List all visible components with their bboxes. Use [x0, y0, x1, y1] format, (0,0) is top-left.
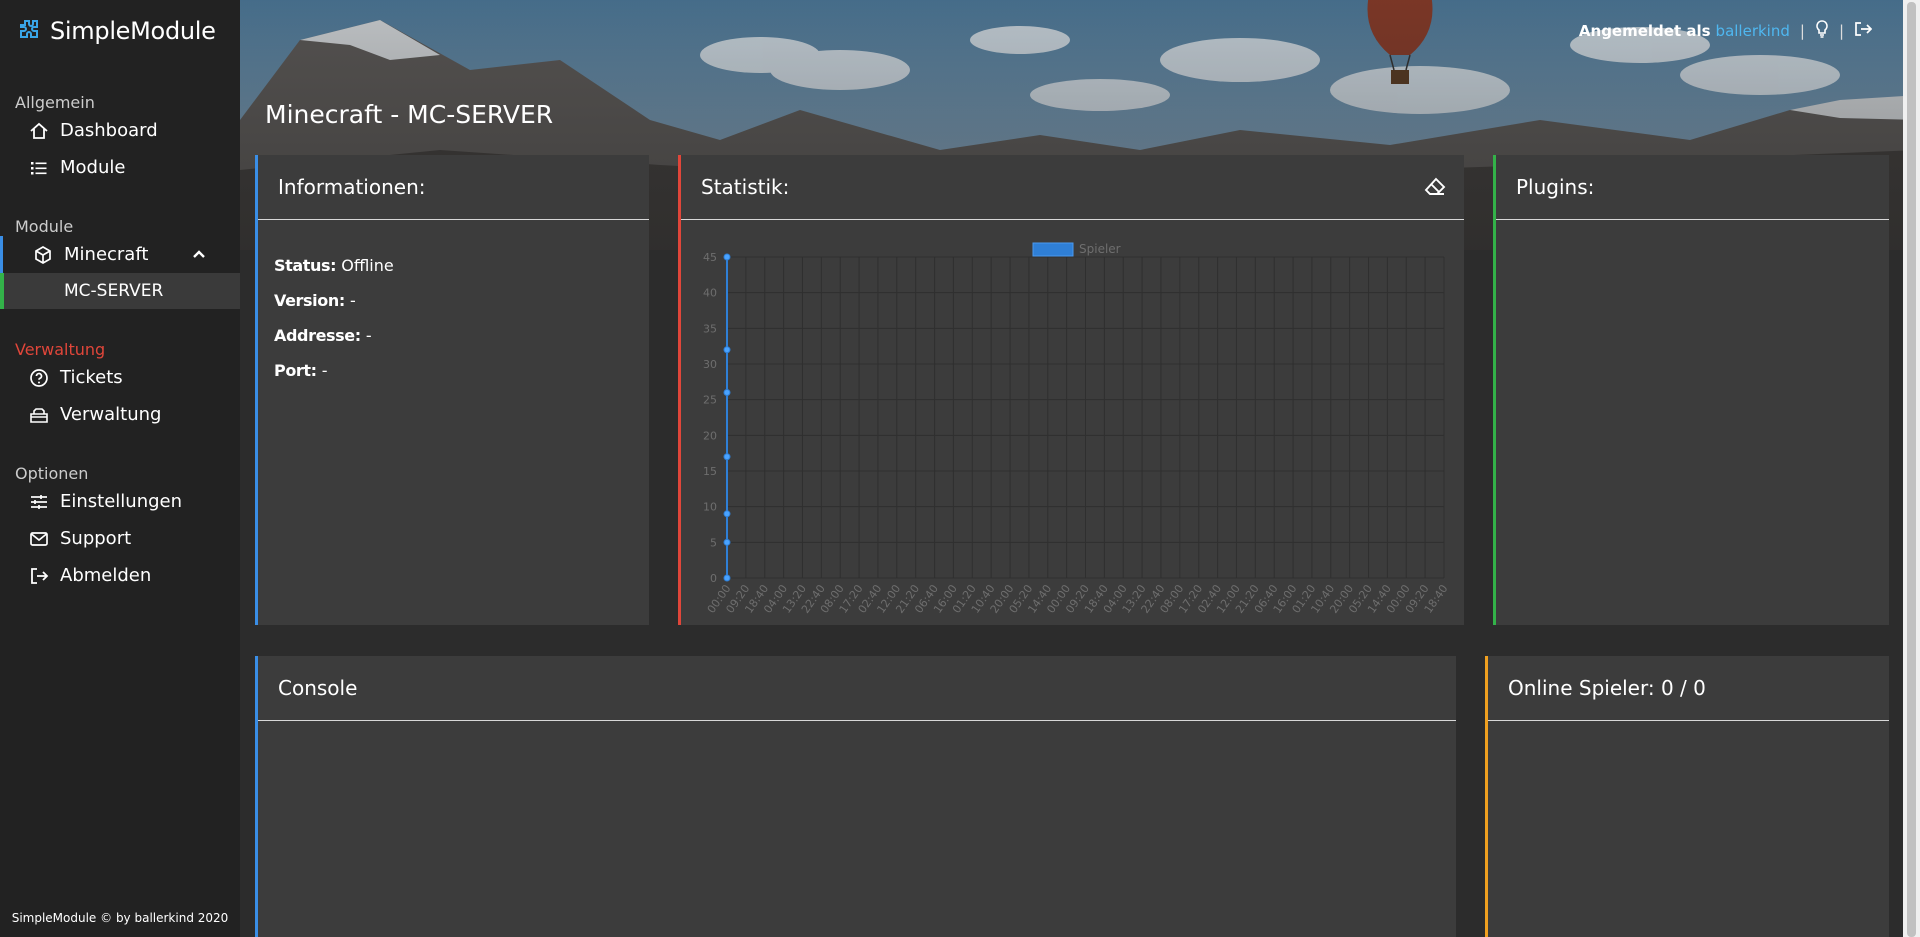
info-value: Offline [341, 256, 394, 275]
data-point [723, 538, 731, 546]
home-icon [28, 120, 50, 142]
sidebar-item-module[interactable]: Module [0, 149, 240, 186]
brand-name: SimpleModule [50, 17, 216, 45]
info-value: - [321, 361, 328, 380]
chevron-up-icon[interactable] [192, 245, 206, 266]
sliders-icon [28, 491, 50, 513]
info-value: - [365, 326, 372, 345]
question-circle-icon [28, 367, 50, 389]
players-card: Online Spieler: 0 / 0 [1485, 656, 1889, 937]
y-tick-label: 5 [710, 536, 717, 549]
y-tick-label: 45 [703, 251, 717, 264]
data-point [723, 574, 731, 582]
card-title: Informationen: [258, 155, 649, 220]
y-tick-label: 10 [703, 501, 717, 514]
sidebar-item-label: Module [60, 157, 126, 178]
toolbox-icon [28, 404, 50, 426]
section-module: Module [15, 217, 74, 236]
envelope-icon [28, 528, 50, 550]
brand[interactable]: SimpleModule [0, 0, 240, 62]
lightbulb-icon[interactable] [1815, 20, 1829, 42]
info-value: - [349, 291, 356, 310]
section-verwaltung: Verwaltung [15, 340, 106, 359]
list-icon [28, 157, 50, 179]
sidebar-item-label: Verwaltung [60, 404, 162, 425]
cube-icon [32, 244, 54, 266]
logged-in-label: Angemeldet als [1578, 22, 1711, 40]
sidebar-footer: SimpleModule © by ballerkind 2020 [11, 911, 229, 925]
stats-card: Statistik: Spieler 0 5 10 15 20 25 30 35 40 45 00:0… [678, 155, 1464, 625]
console-card: Console [255, 656, 1456, 937]
card-title: Plugins: [1496, 155, 1889, 220]
sign-out-icon[interactable] [1854, 21, 1873, 41]
sidebar: SimpleModule Allgemein Dashboard Module … [0, 0, 240, 937]
players-line-chart: Spieler05101520253035404500:0009:2018:40… [703, 242, 1450, 616]
divider: | [1838, 22, 1844, 40]
y-tick-label: 35 [703, 322, 717, 335]
section-optionen: Optionen [15, 464, 89, 483]
card-title: Online Spieler: 0 / 0 [1488, 656, 1889, 721]
sidebar-item-label: Abmelden [60, 565, 152, 586]
sidebar-item-dashboard[interactable]: Dashboard [0, 112, 240, 149]
divider: | [1799, 22, 1805, 40]
y-tick-label: 30 [703, 358, 717, 371]
plugins-card: Plugins: [1493, 155, 1889, 625]
sidebar-item-tickets[interactable]: Tickets [0, 359, 240, 396]
sidebar-item-label: Dashboard [60, 120, 158, 141]
data-point [723, 346, 731, 354]
info-row-version: Version: - [274, 283, 633, 318]
scrollbar[interactable] [1903, 0, 1920, 937]
data-point [723, 253, 731, 261]
sidebar-item-verwaltung[interactable]: Verwaltung [0, 396, 240, 433]
sidebar-item-label: Einstellungen [60, 491, 183, 512]
page-title: Minecraft - MC-SERVER [265, 100, 554, 129]
legend-label: Spieler [1079, 242, 1121, 256]
eraser-icon[interactable] [1424, 177, 1446, 202]
username-link[interactable]: ballerkind [1716, 22, 1790, 40]
info-row-status: Status: Offline [274, 248, 633, 283]
info-card: Informationen: Status: Offline Version: … [255, 155, 649, 625]
sidebar-item-abmelden[interactable]: Abmelden [0, 557, 240, 594]
data-point [723, 510, 731, 518]
info-label: Status: [274, 256, 337, 275]
data-point [723, 453, 731, 461]
y-tick-label: 15 [703, 465, 717, 478]
section-allgemein: Allgemein [15, 93, 95, 112]
info-label: Version: [274, 291, 345, 310]
info-row-address: Addresse: - [274, 318, 633, 353]
info-list: Status: Offline Version: - Addresse: - P… [258, 220, 649, 416]
card-title-text: Statistik: [701, 175, 790, 199]
legend-swatch [1032, 242, 1074, 257]
puzzle-logo-icon [16, 18, 42, 44]
sidebar-item-label: Tickets [60, 367, 123, 388]
y-tick-label: 20 [703, 429, 717, 442]
info-label: Addresse: [274, 326, 361, 345]
user-topbar: Angemeldet als ballerkind | | [1578, 20, 1873, 42]
info-label: Port: [274, 361, 317, 380]
card-title: Console [258, 656, 1456, 721]
y-tick-label: 25 [703, 394, 717, 407]
sidebar-item-label: Minecraft [64, 244, 149, 265]
sidebar-subitem-mc-server[interactable]: MC-SERVER [0, 273, 240, 309]
sidebar-item-einstellungen[interactable]: Einstellungen [0, 483, 240, 520]
card-title: Statistik: [681, 155, 1464, 220]
sidebar-item-support[interactable]: Support [0, 520, 240, 557]
y-tick-label: 40 [703, 287, 717, 300]
info-row-port: Port: - [274, 353, 633, 388]
y-tick-label: 0 [710, 572, 717, 585]
sidebar-item-minecraft[interactable]: Minecraft [0, 236, 240, 273]
scrollbar-thumb[interactable] [1907, 2, 1916, 937]
data-point [723, 389, 731, 397]
sign-out-icon [28, 565, 50, 587]
sidebar-item-label: Support [60, 528, 132, 549]
